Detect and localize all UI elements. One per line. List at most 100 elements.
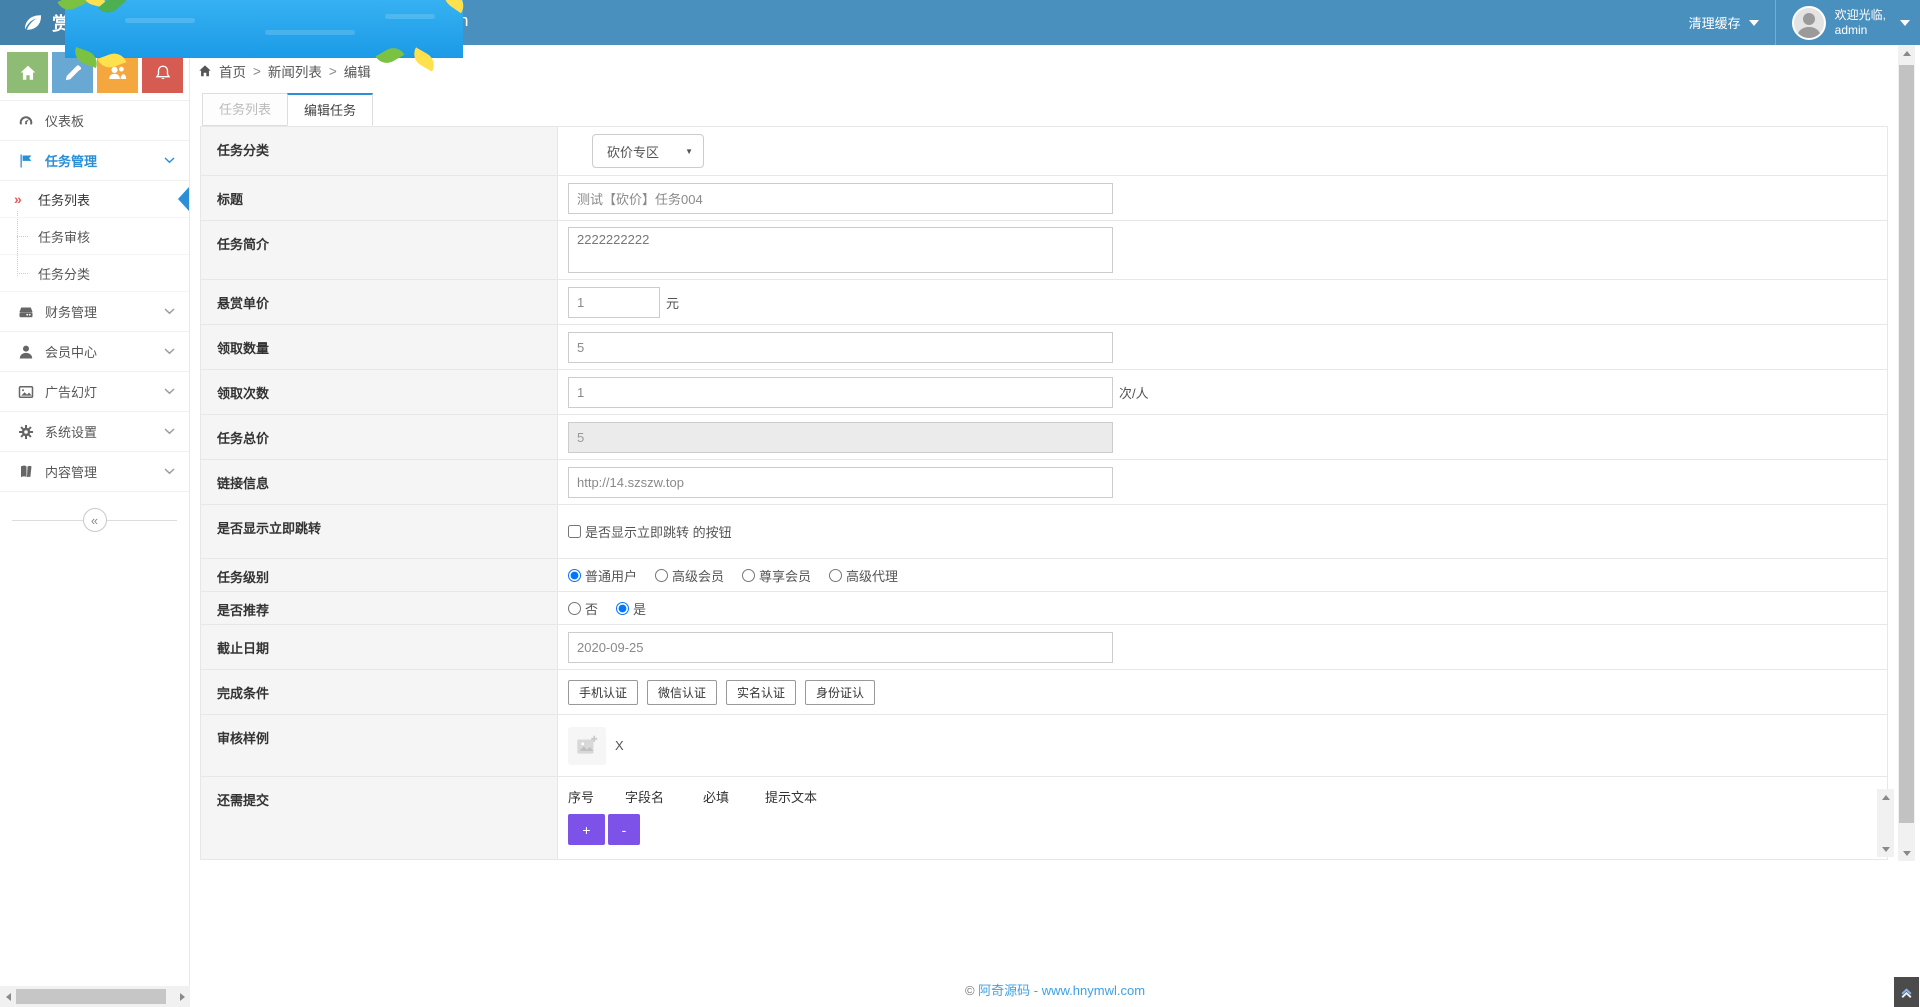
level-option-normal[interactable]: 普通用户 (568, 566, 637, 585)
sample-image-upload[interactable] (568, 727, 606, 765)
jump-checkbox-option[interactable]: 是否显示立即跳转 的按钮 (568, 522, 732, 541)
horizontal-scrollbar[interactable] (0, 986, 190, 1007)
form-row-intro: 任务简介 2222222222 (201, 221, 1887, 280)
welcome-line1: 欢迎光临, (1835, 8, 1886, 23)
sidebar-item-member-center[interactable]: 会员中心 (0, 332, 189, 372)
level-option-premium-member[interactable]: 尊享会员 (742, 566, 811, 585)
form-row-total-price: 任务总价 (201, 415, 1887, 460)
times-input[interactable] (568, 377, 1113, 408)
times-suffix: 次/人 (1119, 383, 1149, 402)
home-icon (198, 64, 212, 78)
sidebar-collapse-row: « (0, 504, 189, 538)
form-row-link: 链接信息 (201, 460, 1887, 505)
recommend-radio[interactable] (616, 602, 629, 615)
sidebar-item-finance[interactable]: 财务管理 (0, 292, 189, 332)
home-quick-button[interactable] (7, 52, 48, 93)
extra-fields-scrollbar[interactable] (1877, 789, 1894, 857)
sidebar-item-task-management[interactable]: 任务管理 (0, 141, 189, 181)
select-caret-icon: ▼ (685, 147, 693, 156)
extra-add-row-button[interactable]: + (568, 814, 605, 845)
condition-wechat-verify-button[interactable]: 微信认证 (647, 680, 717, 705)
field-label: 悬赏单价 (201, 280, 558, 324)
active-item-arrow-icon (178, 187, 189, 211)
notifications-quick-button[interactable] (142, 52, 183, 93)
condition-id-verify-button[interactable]: 身份证认 (805, 680, 875, 705)
quantity-input[interactable] (568, 332, 1113, 363)
field-label: 是否推荐 (201, 592, 558, 624)
sidebar-item-task-list[interactable]: » 任务列表 (0, 181, 189, 218)
cloud-decor (265, 30, 355, 35)
field-label: 截止日期 (201, 625, 558, 669)
sidebar-item-label: 仪表板 (45, 111, 84, 130)
sidebar-item-label: 财务管理 (45, 302, 97, 321)
scroll-left-arrow[interactable] (0, 986, 16, 1007)
scroll-up-arrow[interactable] (1877, 789, 1894, 805)
recommend-option-yes[interactable]: 是 (616, 599, 646, 618)
leaf-decor (98, 0, 126, 18)
user-menu-toggle[interactable] (1892, 20, 1910, 26)
scrollbar-thumb[interactable] (1899, 65, 1914, 823)
level-option-senior-member[interactable]: 高级会员 (655, 566, 724, 585)
sidebar-item-label: 任务列表 (38, 190, 90, 209)
chevron-down-icon (164, 157, 175, 164)
deadline-input[interactable] (568, 632, 1113, 663)
tab-task-list[interactable]: 任务列表 (202, 93, 288, 126)
category-select[interactable]: 砍价专区 ▼ (592, 134, 704, 168)
condition-phone-verify-button[interactable]: 手机认证 (568, 680, 638, 705)
main-vertical-scrollbar[interactable] (1898, 45, 1915, 861)
sidebar-item-dashboard[interactable]: 仪表板 (0, 101, 189, 141)
flag-icon (18, 153, 34, 169)
unit-price-suffix: 元 (666, 293, 679, 312)
sidebar-item-task-review[interactable]: 任务审核 (0, 218, 189, 255)
tree-connector (17, 236, 28, 237)
sidebar-item-ad-slides[interactable]: 广告幻灯 (0, 372, 189, 412)
scrollbar-thumb[interactable] (16, 989, 166, 1004)
extra-header-required: 必填 (703, 787, 765, 806)
extra-remove-row-button[interactable]: - (608, 814, 640, 845)
title-input[interactable] (568, 183, 1113, 214)
scroll-up-arrow[interactable] (1898, 45, 1915, 61)
book-icon (18, 464, 34, 480)
back-to-top-button[interactable] (1894, 977, 1919, 1007)
breadcrumb-home[interactable]: 首页 (219, 61, 246, 81)
breadcrumb-section[interactable]: 新闻列表 (268, 61, 322, 81)
link-input[interactable] (568, 467, 1113, 498)
level-radio[interactable] (829, 569, 842, 582)
sidebar-item-label: 会员中心 (45, 342, 97, 361)
unit-price-input[interactable] (568, 287, 660, 318)
chevron-down-icon (164, 428, 175, 435)
level-option-senior-agent[interactable]: 高级代理 (829, 566, 898, 585)
tab-edit-task[interactable]: 编辑任务 (287, 93, 373, 126)
intro-textarea[interactable]: 2222222222 (568, 227, 1113, 273)
scroll-down-arrow[interactable] (1877, 841, 1894, 857)
sidebar-item-task-category[interactable]: 任务分类 (0, 255, 189, 292)
recommend-option-no[interactable]: 否 (568, 599, 598, 618)
sidebar-collapse-button[interactable]: « (83, 508, 107, 532)
welcome-text: 欢迎光临, admin (1835, 8, 1886, 38)
chevron-up-icon (1900, 986, 1913, 999)
clear-cache-menu[interactable]: 清理缓存 (1689, 13, 1759, 32)
chevron-down-icon (164, 308, 175, 315)
field-label: 标题 (201, 176, 558, 220)
condition-realname-verify-button[interactable]: 实名认证 (726, 680, 796, 705)
form-row-jump-toggle: 是否显示立即跳转 是否显示立即跳转 的按钮 (201, 505, 1887, 559)
chevron-down-icon (164, 468, 175, 475)
sample-remove-button[interactable]: X (615, 738, 624, 753)
level-radio[interactable] (568, 569, 581, 582)
home-icon (19, 64, 37, 82)
jump-checkbox-label: 是否显示立即跳转 的按钮 (585, 522, 732, 541)
level-radio[interactable] (655, 569, 668, 582)
recommend-radio[interactable] (568, 602, 581, 615)
sidebar-item-content-management[interactable]: 内容管理 (0, 452, 189, 492)
field-label: 领取数量 (201, 325, 558, 369)
jump-checkbox[interactable] (568, 525, 581, 538)
form-row-title: 标题 (201, 176, 1887, 221)
scroll-right-arrow[interactable] (174, 986, 190, 1007)
avatar[interactable] (1792, 6, 1826, 40)
sidebar-item-system-settings[interactable]: 系统设置 (0, 412, 189, 452)
level-radio[interactable] (742, 569, 755, 582)
header-divider (1775, 0, 1776, 45)
floating-promo-banner[interactable] (65, 0, 463, 58)
footer-link[interactable]: 阿奇源码 - www.hnymwl.com (978, 983, 1145, 998)
scroll-down-arrow[interactable] (1898, 845, 1915, 861)
